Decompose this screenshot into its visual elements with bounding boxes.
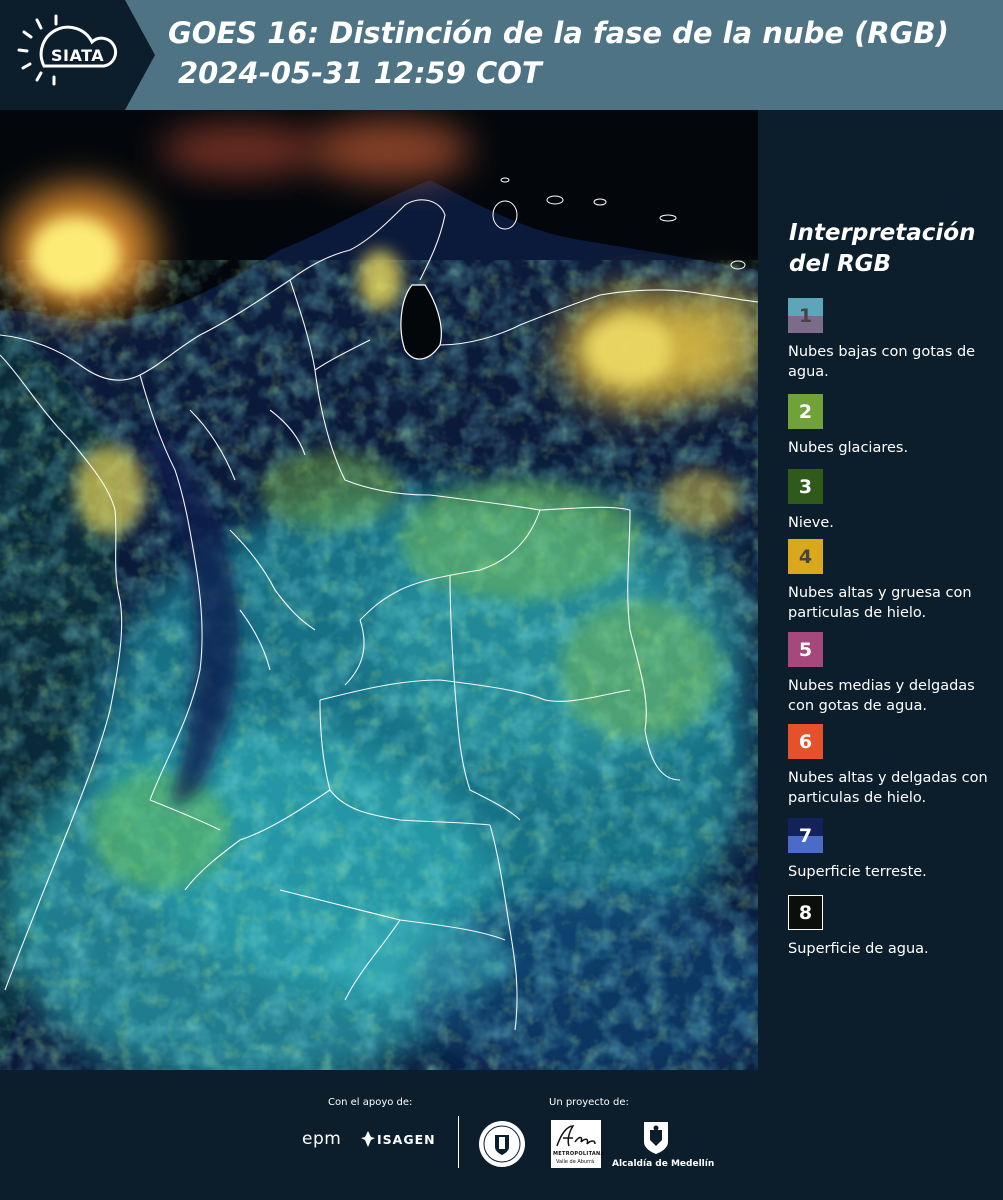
legend-label-2: Nubes glaciares.: [788, 440, 909, 456]
legend-panel: Interpretación del RGB 1 Nubes bajas con…: [766, 110, 1003, 1070]
legend-item-2: 2 Nubes glaciares.: [788, 394, 1003, 458]
legend-swatch-2: 2: [788, 394, 823, 429]
legend-number-4: 4: [798, 545, 813, 568]
legend-swatch-3: 3: [788, 469, 823, 504]
header-bar: SIATA GOES 16: Distinción de la fase de …: [0, 0, 1003, 110]
legend-swatch-7: 7: [788, 818, 823, 853]
valle-aburra-text: Valle de Aburrá: [556, 1159, 595, 1165]
legend-item-1: 1 Nubes bajas con gotas de agua.: [788, 298, 1003, 382]
legend-swatch-1: 1: [788, 298, 823, 333]
legend-number-6: 6: [798, 730, 813, 753]
legend-label-3: Nieve.: [788, 515, 834, 531]
legend-item-5: 5 Nubes medias y delgadas con gotas de a…: [788, 632, 1003, 716]
legend-item-7: 7 Superficie terreste.: [788, 818, 1003, 882]
legend-label-6: Nubes altas y delgadas con particulas de…: [788, 770, 988, 806]
legend-swatch-5: 5: [788, 632, 823, 667]
epm-logo: epm: [302, 1129, 342, 1149]
legend-item-8: 8 Superficie de agua.: [788, 895, 1003, 959]
area-script-icon: [556, 1125, 596, 1147]
page-timestamp: 2024-05-31 12:59 COT: [178, 56, 542, 90]
project-label: Un proyecto de:: [549, 1097, 629, 1108]
seal-icon: [479, 1121, 525, 1167]
siata-logo: SIATA: [0, 0, 155, 110]
metropolitana-text: METROPOLITANA: [553, 1151, 605, 1157]
footer: Con el apoyo de: Un proyecto de: epm ISA…: [0, 1070, 1003, 1200]
isagen-logo-text: ISAGEN: [377, 1132, 436, 1147]
legend-number-5: 5: [798, 638, 813, 661]
legend-swatch-8: 8: [788, 895, 823, 930]
legend-number-3: 3: [798, 475, 813, 498]
legend-item-6: 6 Nubes altas y delgadas con particulas …: [788, 724, 1003, 808]
legend-item-3: 3 Nieve.: [788, 469, 1003, 533]
support-label: Con el apoyo de:: [328, 1097, 413, 1108]
legend-number-7: 7: [798, 824, 813, 847]
legend-number-2: 2: [798, 400, 813, 423]
medellin-seal-logo: [477, 1119, 527, 1169]
page-title: GOES 16: Distinción de la fase de la nub…: [168, 16, 949, 50]
legend-label-4: Nubes altas y gruesa con particulas de h…: [788, 585, 972, 621]
legend-number-1: 1: [798, 304, 813, 327]
legend-title: Interpretación del RGB: [789, 220, 976, 277]
alcaldia-shield-icon: [644, 1122, 668, 1154]
legend-label-8: Superficie de agua.: [788, 941, 929, 957]
siata-logo-text: SIATA: [51, 46, 105, 65]
legend-label-1: Nubes bajas con gotas de agua.: [788, 344, 976, 380]
legend-label-7: Superficie terreste.: [788, 864, 927, 880]
satellite-map: [0, 110, 758, 1070]
isagen-icon: [361, 1131, 375, 1147]
isagen-logo: ISAGEN: [360, 1130, 442, 1150]
alcaldia-logo: Alcaldía de Medellín: [612, 1120, 714, 1170]
legend-label-5: Nubes medias y delgadas con gotas de agu…: [788, 678, 975, 714]
legend-swatch-6: 6: [788, 724, 823, 759]
footer-divider: [458, 1116, 459, 1168]
legend-number-8: 8: [798, 901, 813, 924]
legend-swatch-4: 4: [788, 539, 823, 574]
area-metropolitana-logo: METROPOLITANA Valle de Aburrá: [551, 1120, 604, 1168]
alcaldia-text: Alcaldía de Medellín: [612, 1159, 715, 1169]
legend-item-4: 4 Nubes altas y gruesa con particulas de…: [788, 539, 1003, 623]
